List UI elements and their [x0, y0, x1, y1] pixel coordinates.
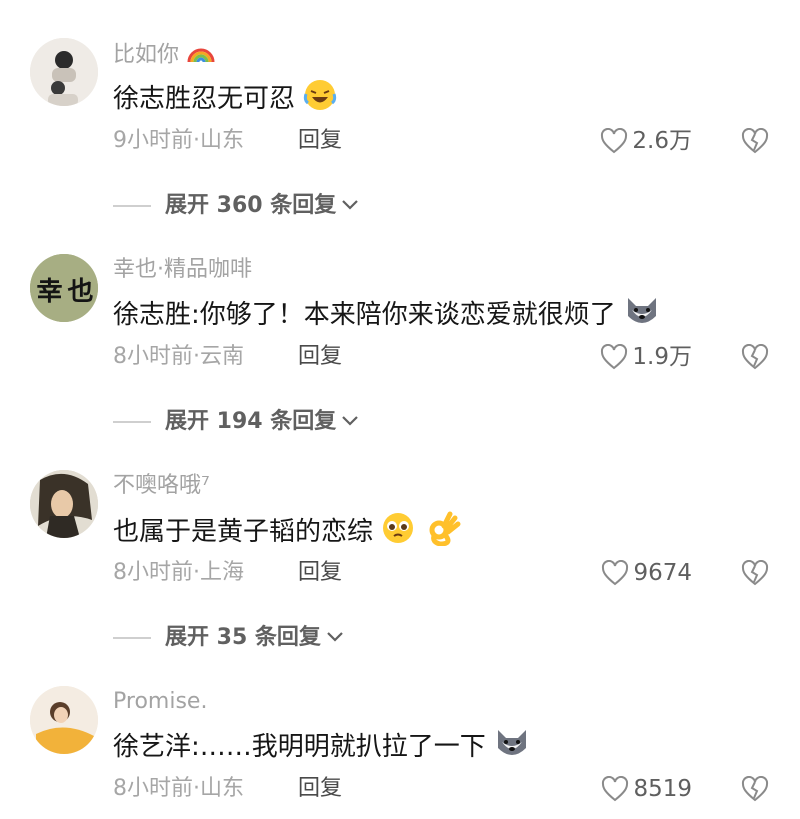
timestamp-location: 9小时前·山东: [113, 128, 244, 153]
like-count: 9674: [633, 560, 692, 586]
username[interactable]: Promise.: [113, 689, 207, 715]
dislike-button[interactable]: [741, 775, 769, 806]
username[interactable]: 幸也·精品咖啡: [113, 257, 252, 283]
husky-emoji-icon: [624, 294, 660, 337]
like-button[interactable]: 1.9万: [600, 344, 692, 370]
timestamp-location: 8小时前·山东: [113, 776, 244, 801]
broken-heart-icon: [741, 343, 769, 374]
laughing-crying-emoji-icon: [303, 78, 337, 121]
reply-button[interactable]: 回复: [298, 776, 342, 802]
username[interactable]: 不噢咯哦⁷: [113, 473, 210, 499]
expand-replies-label: 展开 194 条回复: [165, 409, 337, 434]
avatar[interactable]: [30, 38, 98, 106]
reply-button[interactable]: 回复: [298, 560, 342, 586]
heart-outline-icon: [600, 128, 628, 154]
heart-outline-icon: [600, 344, 628, 370]
avatar-logo-text: 幸 也: [36, 277, 93, 307]
timestamp-location: 8小时前·云南: [113, 344, 244, 369]
timestamp-location: 8小时前·上海: [113, 560, 244, 585]
comment-text: 徐志胜:你够了！本来陪你来谈恋爱就很烦了: [113, 294, 660, 337]
divider: [113, 205, 151, 207]
chevron-down-icon: [336, 193, 360, 219]
broken-heart-icon: [741, 559, 769, 590]
broken-heart-icon: [741, 775, 769, 806]
ok-hand-emoji-icon: [426, 510, 462, 555]
dislike-button[interactable]: [741, 559, 769, 590]
chevron-down-icon: [321, 625, 345, 651]
dislike-button[interactable]: [741, 127, 769, 158]
comment-text: 也属于是黄子韬的恋综: [113, 510, 462, 555]
expand-replies-button[interactable]: 展开 35 条回复: [113, 625, 345, 651]
expand-replies-button[interactable]: 展开 194 条回复: [113, 409, 360, 435]
like-count: 2.6万: [632, 128, 692, 154]
avatar[interactable]: [30, 686, 98, 754]
reply-button[interactable]: 回复: [298, 344, 342, 370]
pleading-face-emoji-icon: [381, 511, 417, 554]
comment-text: 徐志胜忍无可忍: [113, 78, 337, 121]
broken-heart-icon: [741, 127, 769, 158]
heart-outline-icon: [601, 560, 629, 586]
divider: [113, 637, 151, 639]
like-button[interactable]: 8519: [601, 776, 692, 802]
expand-replies-label: 展开 360 条回复: [165, 193, 337, 218]
expand-replies-button[interactable]: 展开 360 条回复: [113, 193, 360, 219]
expand-replies-label: 展开 35 条回复: [165, 625, 321, 650]
reply-button[interactable]: 回复: [298, 128, 342, 154]
like-count: 8519: [633, 776, 692, 802]
avatar[interactable]: 幸 也: [30, 254, 98, 322]
like-count: 1.9万: [632, 344, 692, 370]
divider: [113, 421, 151, 423]
username[interactable]: 比如你: [113, 40, 216, 71]
comment-text: 徐艺洋:……我明明就扒拉了一下: [113, 726, 530, 769]
husky-emoji-icon: [494, 726, 530, 769]
rainbow-icon: [186, 40, 216, 71]
heart-outline-icon: [601, 776, 629, 802]
like-button[interactable]: 2.6万: [600, 128, 692, 154]
dislike-button[interactable]: [741, 343, 769, 374]
chevron-down-icon: [336, 409, 360, 435]
avatar[interactable]: [30, 470, 98, 538]
like-button[interactable]: 9674: [601, 560, 692, 586]
